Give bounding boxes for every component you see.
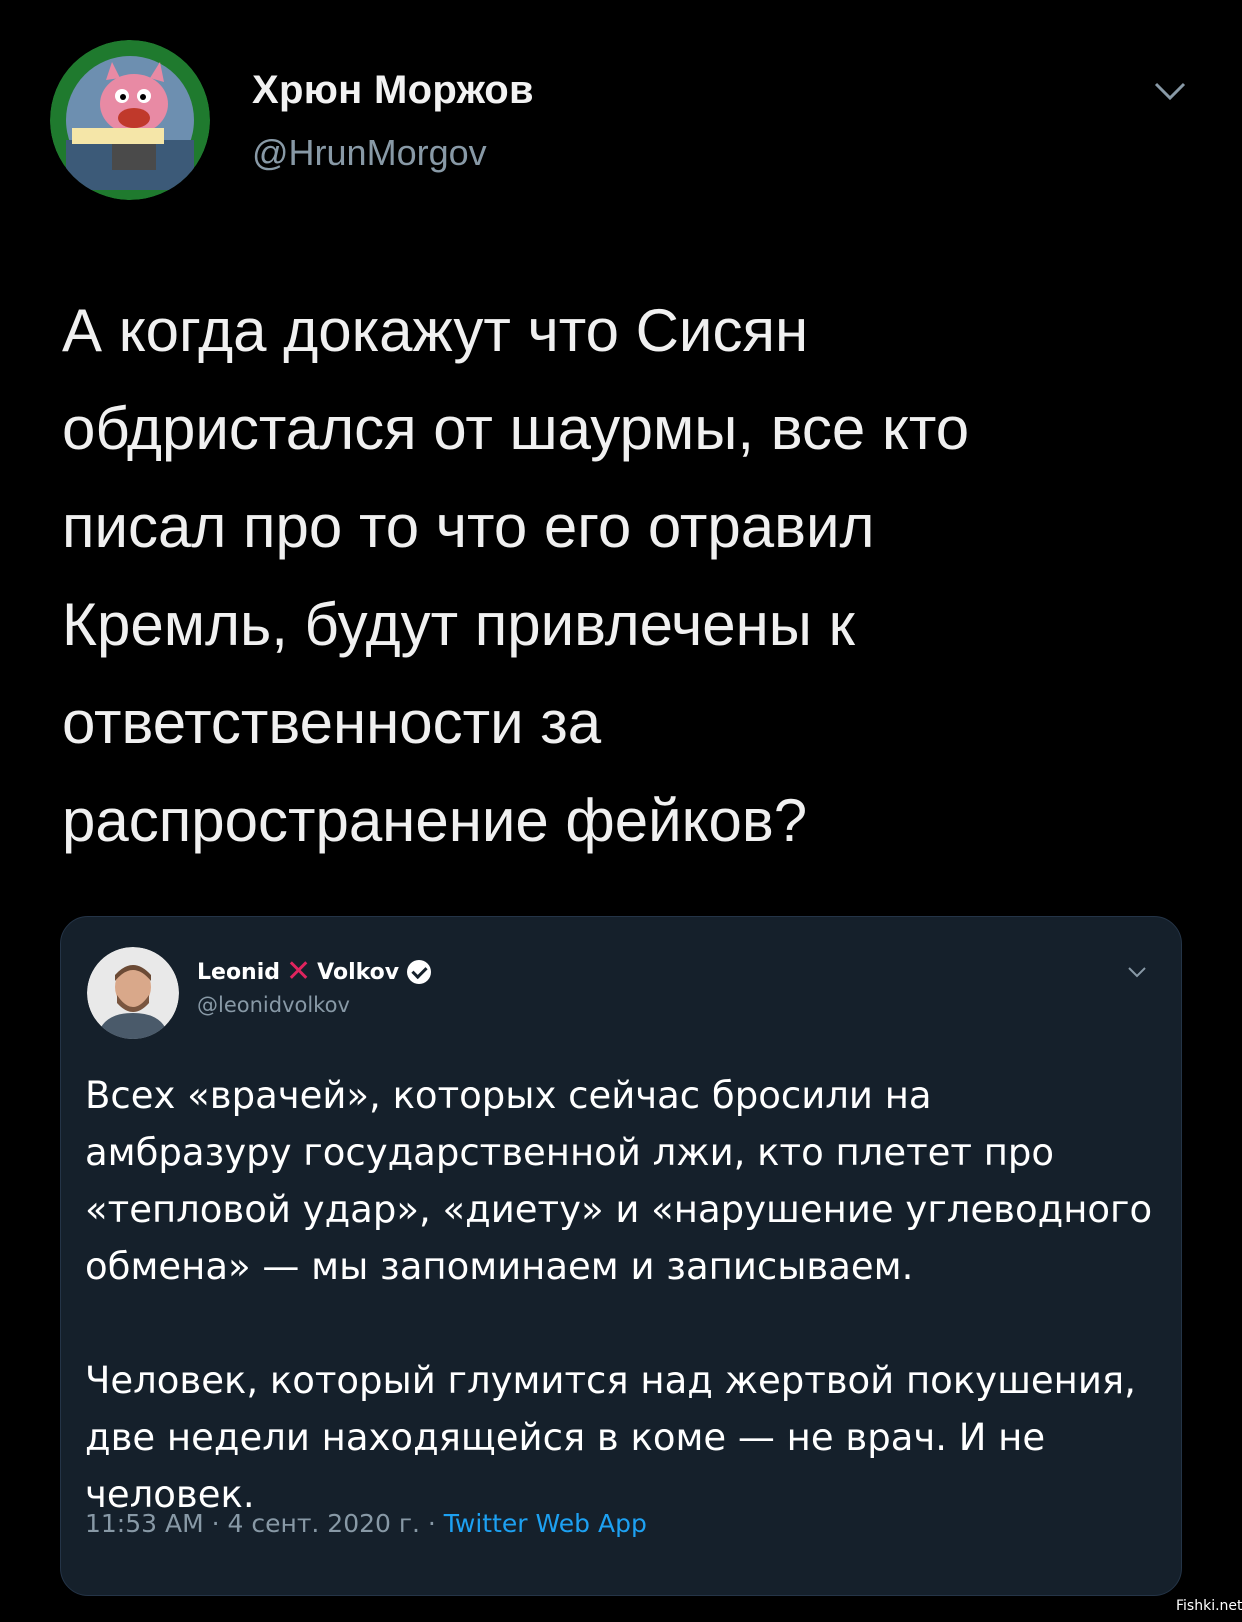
- tweet-text-line: распространение фейков?: [62, 787, 808, 854]
- quoted-text-line: обмена» — мы запоминаем и записываем.: [85, 1245, 914, 1288]
- chevron-down-icon[interactable]: [1150, 76, 1190, 106]
- tweet-text-line: обдристался от шаурмы, все кто: [62, 395, 970, 462]
- red-x-icon: ✕: [286, 954, 312, 989]
- quoted-text-line: «тепловой удар», «диету» и «нарушение уг…: [85, 1188, 1153, 1231]
- quoted-timestamp[interactable]: 11:53 AM · 4 сент. 2020 г. ·: [85, 1509, 444, 1538]
- quoted-text-line: Человек, который глумится над жертвой по…: [85, 1359, 1136, 1402]
- quoted-text-line: Всех «врачей», которых сейчас бросили на: [85, 1074, 932, 1117]
- tweet-text: А когда докажут что Сисян обдристался от…: [62, 282, 1182, 870]
- quoted-tweet-text: Всех «врачей», которых сейчас бросили на…: [85, 1067, 1165, 1523]
- verified-badge-icon: [407, 960, 432, 984]
- quoted-source-link[interactable]: Twitter Web App: [444, 1509, 647, 1538]
- watermark: Fishki.net: [1176, 1598, 1242, 1614]
- quoted-text-line: амбразуру государственной лжи, кто плете…: [85, 1131, 1055, 1174]
- quoted-tweet-card[interactable]: Leonid ✕ Volkov @leonidvolkov Всех «врач…: [60, 916, 1182, 1596]
- tweet-text-line: ответственности за: [62, 689, 602, 756]
- tweet-text-line: А когда докажут что Сисян: [62, 297, 809, 364]
- quoted-text-line: две недели находящейся в коме — не врач.…: [85, 1416, 1046, 1459]
- author-avatar[interactable]: [50, 40, 210, 200]
- quoted-tweet-meta: 11:53 AM · 4 сент. 2020 г. · Twitter Web…: [85, 1509, 647, 1538]
- quoted-author-last-name: Volkov: [317, 959, 400, 985]
- quoted-author-first-name: Leonid: [197, 959, 281, 985]
- quoted-author-handle[interactable]: @leonidvolkov: [197, 993, 350, 1017]
- quoted-author-avatar[interactable]: [87, 947, 179, 1039]
- quoted-chevron-down-icon[interactable]: [1125, 963, 1149, 981]
- tweet-text-line: Кремль, будут привлечены к: [62, 591, 855, 658]
- author-name[interactable]: Хрюн Моржов: [252, 68, 534, 113]
- quoted-author-name[interactable]: Leonid ✕ Volkov: [197, 954, 432, 989]
- author-handle[interactable]: @HrunMorgov: [252, 132, 487, 174]
- tweet-text-line: писал про то что его отравил: [62, 493, 875, 560]
